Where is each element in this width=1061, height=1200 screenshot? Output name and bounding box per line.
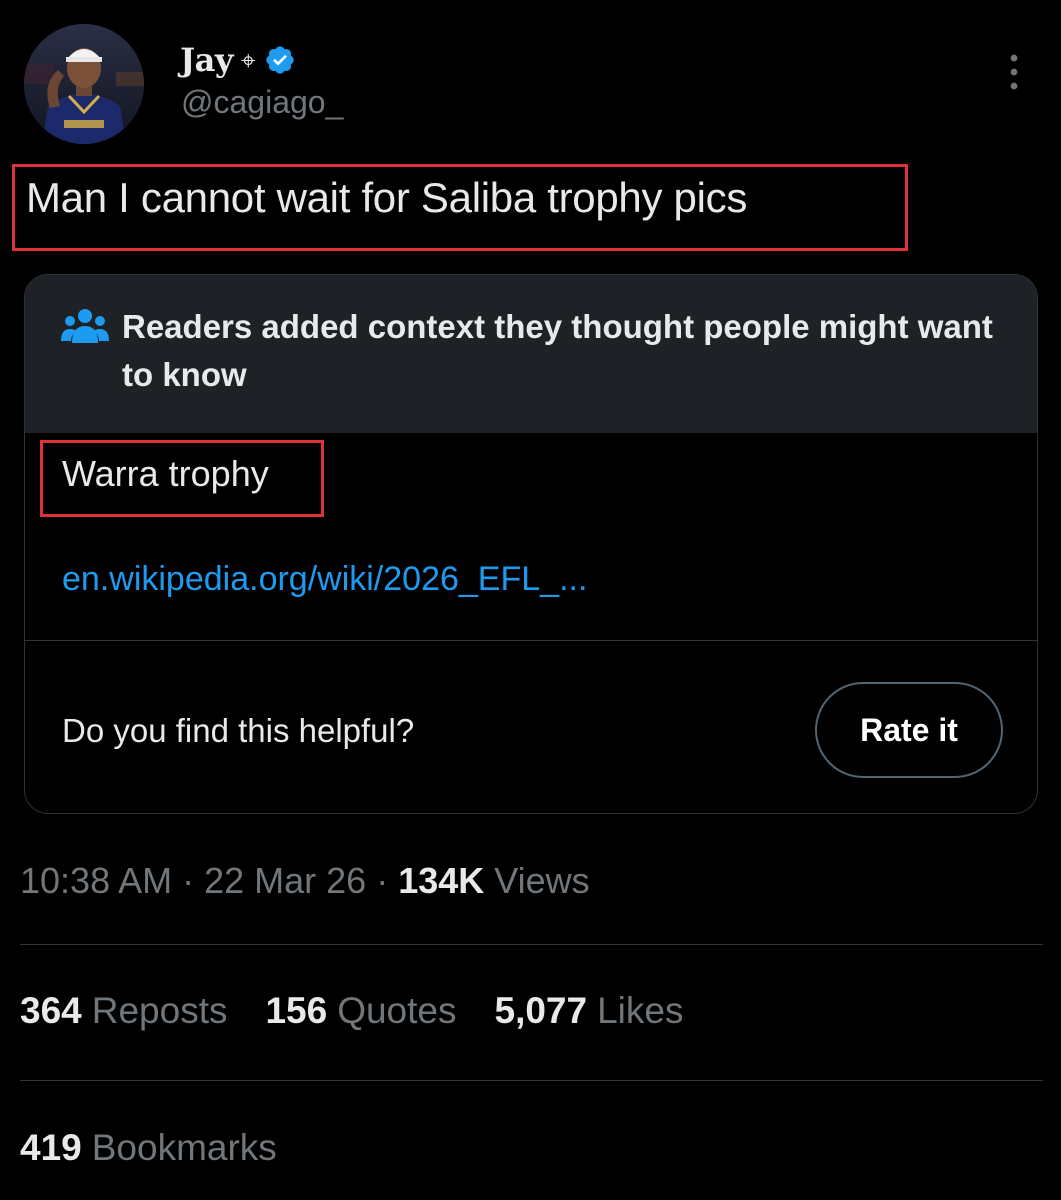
likes-stat[interactable]: 5,077 Likes xyxy=(495,990,684,1032)
reposts-label: Reposts xyxy=(91,990,228,1031)
divider xyxy=(20,944,1043,945)
community-note-divider xyxy=(25,640,1037,641)
community-note-title: Readers added context they thought peopl… xyxy=(122,308,993,393)
author-display-name[interactable]: Jay xyxy=(180,41,233,79)
community-note: Readers added context they thought peopl… xyxy=(24,274,1038,814)
meta-separator: · xyxy=(172,860,205,901)
views-label: Views xyxy=(494,860,590,901)
tweet-date[interactable]: 22 Mar 26 xyxy=(204,860,366,901)
community-note-header: Readers added context they thought peopl… xyxy=(25,275,1037,433)
more-options-icon[interactable] xyxy=(1000,52,1028,92)
reposts-count: 364 xyxy=(20,990,82,1031)
quotes-count: 156 xyxy=(265,990,328,1031)
quotes-label: Quotes xyxy=(337,990,457,1031)
quotes-stat[interactable]: 156 Quotes xyxy=(265,990,456,1032)
bookmarks-count: 419 xyxy=(20,1127,82,1168)
bookmarks-label: Bookmarks xyxy=(91,1127,277,1168)
people-icon xyxy=(61,309,109,343)
reposts-stat[interactable]: 364 Reposts xyxy=(20,990,227,1032)
avatar-image xyxy=(24,24,144,144)
note-body-highlight-box xyxy=(40,440,324,517)
avatar[interactable] xyxy=(24,24,144,144)
helpful-prompt: Do you find this helpful? xyxy=(62,712,415,749)
likes-count: 5,077 xyxy=(494,990,588,1031)
rate-it-button[interactable]: Rate it xyxy=(815,682,1003,778)
engagement-stats: 364 Reposts 156 Quotes 5,077 Likes xyxy=(20,990,721,1032)
tweet-highlight-box xyxy=(12,164,908,251)
tweet-meta: 10:38 AM · 22 Mar 26 · 134K Views xyxy=(20,860,590,902)
divider xyxy=(20,1080,1043,1081)
author-handle[interactable]: @cagiago_ xyxy=(181,84,343,121)
crosshair-icon: ⌖ xyxy=(240,45,256,75)
verified-badge-icon[interactable] xyxy=(264,44,296,76)
bookmarks-stat[interactable]: 419 Bookmarks xyxy=(20,1127,277,1169)
community-note-link[interactable]: en.wikipedia.org/wiki/2026_EFL_... xyxy=(62,560,587,599)
views-count: 134K xyxy=(398,860,485,901)
author-name-row[interactable]: Jay ⌖ xyxy=(180,38,296,82)
tweet-time[interactable]: 10:38 AM xyxy=(20,860,172,901)
likes-label: Likes xyxy=(597,990,684,1031)
meta-separator: · xyxy=(366,860,399,901)
